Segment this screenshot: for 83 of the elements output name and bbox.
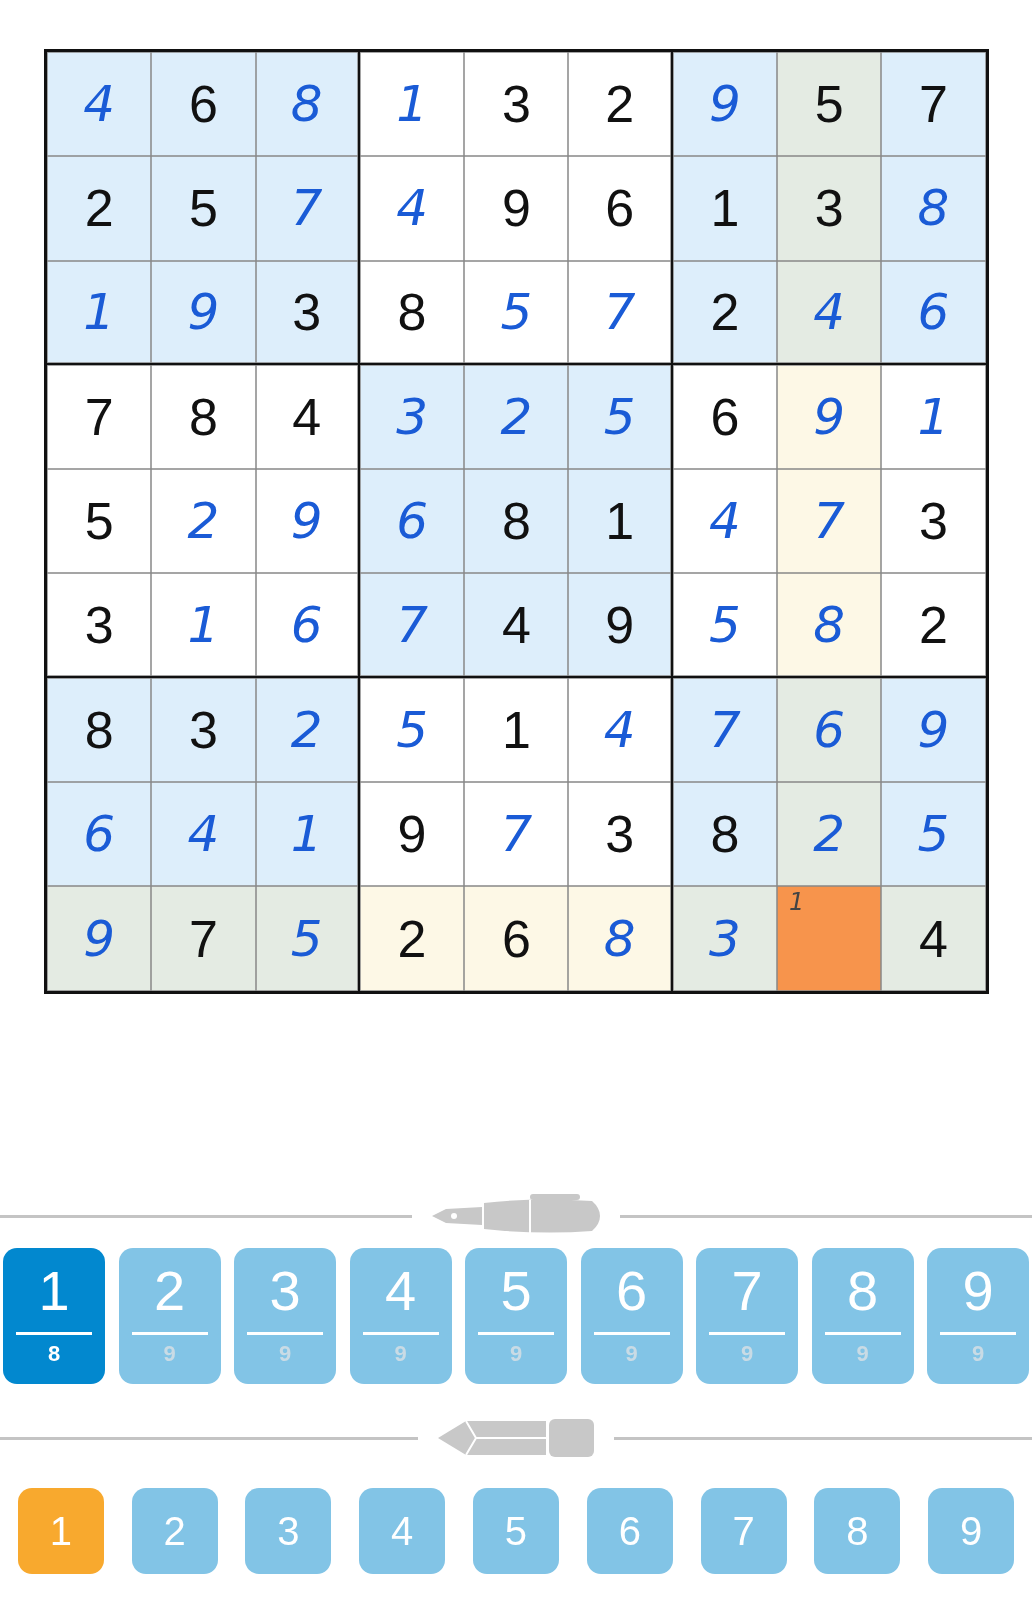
grid-cell[interactable]: 7: [151, 886, 256, 991]
grid-cell[interactable]: 4: [881, 886, 986, 991]
grid-cell[interactable]: 6: [777, 677, 882, 783]
grid-cell[interactable]: 1: [47, 260, 152, 365]
grid-cell[interactable]: 4: [359, 156, 465, 261]
grid-cell[interactable]: 8: [464, 469, 569, 574]
grid-cell[interactable]: 2: [568, 52, 673, 157]
grid-cell[interactable]: 3: [359, 364, 465, 470]
grid-cell[interactable]: 7: [568, 260, 673, 365]
grid-cell[interactable]: 1: [777, 886, 882, 991]
grid-cell[interactable]: 5: [464, 260, 569, 365]
grid-cell[interactable]: 5: [672, 573, 778, 678]
grid-cell[interactable]: 8: [777, 573, 882, 678]
grid-cell[interactable]: 4: [672, 469, 778, 574]
grid-cell[interactable]: 8: [568, 886, 673, 991]
grid-cell[interactable]: 5: [568, 364, 673, 470]
grid-cell[interactable]: 9: [672, 52, 778, 157]
grid-cell[interactable]: 9: [47, 886, 152, 991]
grid-cell[interactable]: 6: [151, 52, 256, 157]
grid-cell[interactable]: 9: [568, 573, 673, 678]
grid-cell[interactable]: 8: [255, 52, 360, 157]
grid-cell[interactable]: 3: [568, 782, 673, 887]
grid-cell[interactable]: 5: [359, 677, 465, 783]
grid-cell[interactable]: 6: [47, 782, 152, 887]
grid-cell[interactable]: 4: [255, 364, 360, 470]
grid-cell[interactable]: 3: [151, 677, 256, 783]
grid-cell[interactable]: 9: [881, 677, 986, 783]
grid-cell[interactable]: 6: [359, 469, 465, 574]
grid-cell[interactable]: 1: [672, 156, 778, 261]
grid-cell[interactable]: 2: [255, 677, 360, 783]
grid-cell[interactable]: 6: [672, 364, 778, 470]
grid-cell[interactable]: 9: [255, 469, 360, 574]
grid-cell[interactable]: 3: [464, 52, 569, 157]
pencil-mark: 1: [789, 888, 805, 917]
grid-cell[interactable]: 2: [359, 886, 465, 991]
grid-cell[interactable]: 1: [359, 52, 465, 157]
grid-cell[interactable]: 9: [464, 156, 569, 261]
grid-cell[interactable]: 3: [255, 260, 360, 365]
grid-cell[interactable]: 2: [47, 156, 152, 261]
grid-cell[interactable]: 2: [777, 782, 882, 887]
number-key[interactable]: 1 8: [3, 1248, 105, 1384]
grid-cell[interactable]: 3: [47, 573, 152, 678]
grid-cell[interactable]: 4: [47, 52, 152, 157]
grid-cell[interactable]: 1: [568, 469, 673, 574]
grid-cell[interactable]: 5: [151, 156, 256, 261]
grid-cell[interactable]: 3: [777, 156, 882, 261]
grid-cell[interactable]: 8: [672, 782, 778, 887]
grid-cell[interactable]: 3: [881, 469, 986, 574]
grid-cell[interactable]: 2: [464, 364, 569, 470]
grid-cell[interactable]: 5: [47, 469, 152, 574]
grid-cell[interactable]: 8: [881, 156, 986, 261]
grid-cell[interactable]: 2: [881, 573, 986, 678]
grid-cell[interactable]: 8: [359, 260, 465, 365]
grid-cell[interactable]: 8: [151, 364, 256, 470]
grid-cell[interactable]: 5: [255, 886, 360, 991]
grid-cell[interactable]: 7: [255, 156, 360, 261]
grid-cell[interactable]: 5: [881, 782, 986, 887]
grid-cell[interactable]: 1: [464, 677, 569, 783]
grid-cell[interactable]: 3: [672, 886, 778, 991]
grid-cell[interactable]: 1: [151, 573, 256, 678]
grid-cell[interactable]: 9: [777, 364, 882, 470]
grid-cell[interactable]: 4: [464, 573, 569, 678]
grid-cell[interactable]: 7: [881, 52, 986, 157]
grid-cell[interactable]: 4: [777, 260, 882, 365]
grid-cell[interactable]: 1: [255, 782, 360, 887]
grid-cell[interactable]: 7: [47, 364, 152, 470]
grid-cell[interactable]: 7: [777, 469, 882, 574]
grid-cell[interactable]: 9: [359, 782, 465, 887]
grid-cell[interactable]: 6: [464, 886, 569, 991]
grid-cell[interactable]: 5: [777, 52, 882, 157]
grid-cell[interactable]: 4: [568, 677, 673, 783]
grid-cell[interactable]: 6: [881, 260, 986, 365]
grid-cell[interactable]: 2: [151, 469, 256, 574]
grid-cell[interactable]: 1: [881, 364, 986, 470]
grid-cell[interactable]: 4: [151, 782, 256, 887]
grid-cell[interactable]: 9: [151, 260, 256, 365]
grid-cell[interactable]: 8: [47, 677, 152, 783]
grid-cell[interactable]: 7: [359, 573, 465, 678]
grid-cell[interactable]: 6: [568, 156, 673, 261]
grid-cell[interactable]: 6: [255, 573, 360, 678]
grid-cell[interactable]: 2: [672, 260, 778, 365]
grid-cell[interactable]: 7: [464, 782, 569, 887]
grid-cell[interactable]: 7: [672, 677, 778, 783]
